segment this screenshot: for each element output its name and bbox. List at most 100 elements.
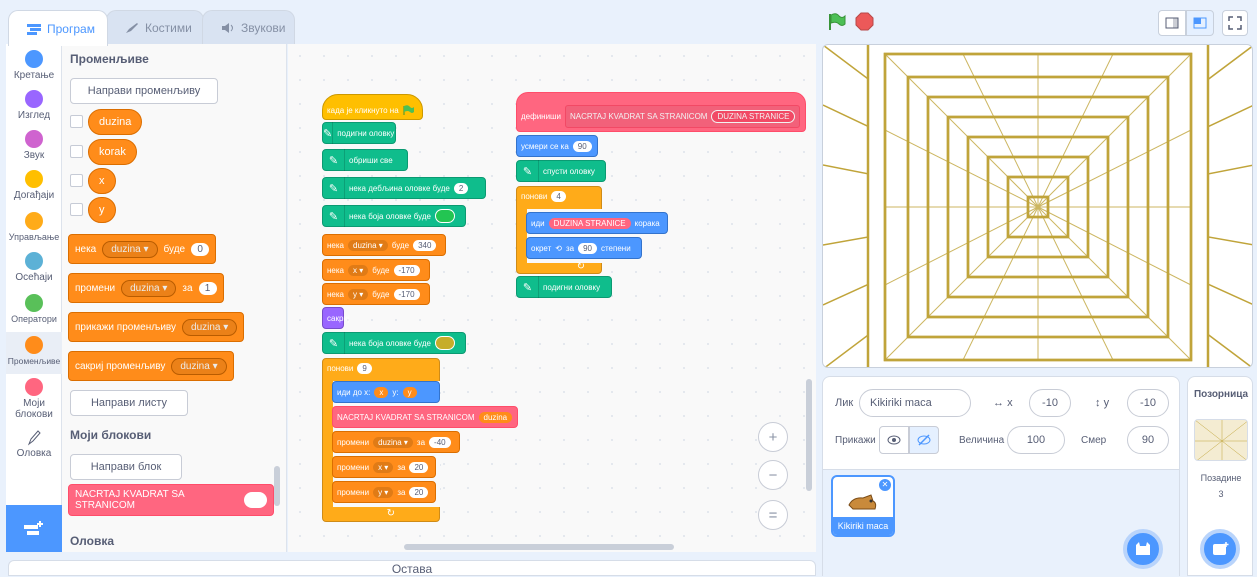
fullscreen-button[interactable] [1222, 10, 1248, 36]
value-input[interactable]: 20 [409, 461, 429, 473]
category-motion[interactable]: Кретање [6, 50, 62, 81]
value-input[interactable]: 9 [357, 363, 372, 374]
variable-dropdown[interactable]: duzina ▾ [102, 240, 158, 258]
set-y-block[interactable]: нека y ▾ буде -170 [322, 283, 430, 305]
variable-dropdown[interactable]: duzina ▾ [373, 436, 413, 448]
variable-reporter-duzina[interactable]: duzina [88, 109, 143, 135]
variable-reporter[interactable]: x [374, 386, 389, 398]
param-reporter[interactable]: DUZINA STRANICE [711, 109, 796, 123]
stage-canvas[interactable] [822, 44, 1253, 368]
delete-sprite-icon[interactable]: ✕ [879, 479, 891, 491]
category-variables[interactable]: Променљиве [6, 332, 62, 374]
variable-reporter[interactable]: duzina [478, 411, 513, 423]
define-block[interactable]: дефиниши NACRTAJ KVADRAT SA STRANICOM DU… [516, 92, 806, 132]
zoom-reset-button[interactable]: = [758, 500, 788, 530]
stop-icon[interactable] [855, 12, 874, 31]
category-control[interactable]: Управљање [6, 212, 62, 243]
category-operators[interactable]: Оператори [6, 294, 62, 325]
set-pen-color-block[interactable]: ✎ нека боја оловке буде [322, 205, 466, 227]
show-sprite-button[interactable] [879, 426, 909, 454]
large-stage-button[interactable] [1186, 10, 1214, 36]
variable-checkbox[interactable] [70, 145, 83, 158]
make-block-button[interactable]: Направи блок [70, 454, 182, 480]
palette-scrollbar[interactable] [274, 466, 280, 506]
green-flag-icon[interactable] [827, 12, 847, 35]
add-backdrop-button[interactable] [1200, 529, 1240, 569]
backdrop-thumbnail[interactable] [1194, 419, 1248, 461]
variable-dropdown[interactable]: y ▾ [348, 288, 369, 300]
show-variable-block[interactable]: прикажи променљиву duzina ▾ [68, 312, 245, 342]
sprite-thumbnail[interactable]: Kikiriki maca ✕ [831, 475, 895, 537]
category-my-blocks[interactable]: Моји блокови [6, 378, 62, 420]
backpack-bar[interactable]: Остава [8, 560, 816, 576]
make-variable-button[interactable]: Направи променљиву [70, 78, 218, 104]
stage-panel[interactable]: Позорница Позадине 3 [1187, 376, 1253, 576]
make-list-button[interactable]: Направи листу [70, 390, 188, 416]
go-to-xy-block[interactable]: иди до x: x y: y [332, 381, 440, 403]
variable-dropdown[interactable]: duzina ▾ [171, 357, 227, 375]
tab-costumes[interactable]: Костими [106, 10, 204, 44]
tab-sounds[interactable]: Звукови [202, 10, 295, 44]
vertical-scrollbar[interactable] [806, 379, 812, 491]
variable-dropdown[interactable]: duzina ▾ [348, 239, 388, 251]
sprite-name-input[interactable]: Kikiriki maca [859, 389, 971, 417]
value-input[interactable]: 20 [409, 486, 429, 498]
turn-left-block[interactable]: окрет ⟲ за 90 степени [526, 237, 642, 259]
zoom-out-button[interactable]: − [758, 460, 788, 490]
change-variable-block[interactable]: промени duzina ▾ за 1 [68, 273, 224, 303]
value-input[interactable]: 2 [453, 182, 469, 194]
tab-code[interactable]: Програм [8, 10, 108, 46]
change-duzina-block[interactable]: промени duzina ▾ за -40 [332, 431, 460, 453]
value-input[interactable]: -40 [429, 436, 451, 448]
variable-dropdown[interactable]: duzina ▾ [121, 279, 177, 297]
point-in-direction-block[interactable]: усмери се ка 90 [516, 135, 598, 157]
add-extension-button[interactable] [6, 505, 62, 552]
variable-checkbox[interactable] [70, 174, 83, 187]
category-sound[interactable]: Звук [6, 130, 62, 161]
size-input[interactable]: 100 [1007, 426, 1065, 454]
param-reporter[interactable]: DUZINA STRANICE [548, 217, 631, 229]
small-stage-button[interactable] [1158, 10, 1186, 36]
pen-up-block[interactable]: ✎ подигни оловку [516, 276, 612, 298]
set-pen-size-block[interactable]: ✎ нека дебљина оловке буде 2 [322, 177, 486, 199]
category-looks[interactable]: Изглед [6, 90, 62, 121]
pen-up-block[interactable]: ✎ подигни оловку [322, 122, 396, 144]
hide-sprite-block[interactable]: сакриј [322, 307, 350, 329]
when-flag-clicked-block[interactable]: када је кликнуто на [322, 94, 423, 120]
direction-input[interactable]: 90 [1127, 426, 1169, 454]
variable-dropdown[interactable]: x ▾ [348, 264, 369, 276]
variable-dropdown[interactable]: duzina ▾ [182, 318, 238, 336]
set-x-block[interactable]: нека x ▾ буде -170 [322, 259, 430, 281]
erase-all-block[interactable]: ✎ обриши све [322, 149, 408, 171]
zoom-in-button[interactable]: + [758, 422, 788, 452]
set-variable-block[interactable]: нека duzina ▾ буде 0 [68, 234, 217, 264]
pen-down-block[interactable]: ✎ спусти оловку [516, 160, 606, 182]
category-sensing[interactable]: Осећаји [6, 252, 62, 283]
value-input[interactable]: 90 [572, 140, 592, 152]
change-y-block[interactable]: промени y ▾ за 20 [332, 481, 436, 503]
value-input[interactable]: -170 [393, 288, 420, 300]
set-duzina-block[interactable]: нека duzina ▾ буде 340 [322, 234, 446, 256]
variable-checkbox[interactable] [70, 203, 83, 216]
change-x-block[interactable]: промени x ▾ за 20 [332, 456, 436, 478]
hide-sprite-button[interactable] [909, 426, 939, 454]
variable-reporter-x[interactable]: x [88, 168, 116, 194]
variable-checkbox[interactable] [70, 115, 83, 128]
value-input[interactable]: 340 [413, 239, 437, 251]
variable-reporter-korak[interactable]: korak [88, 139, 137, 165]
variable-dropdown[interactable]: y ▾ [373, 486, 394, 498]
x-input[interactable]: -10 [1029, 389, 1071, 417]
value-input[interactable]: 90 [578, 242, 597, 254]
category-pen[interactable]: Оловка [6, 428, 62, 459]
variable-reporter[interactable]: y [402, 386, 417, 398]
call-custom-block[interactable]: NACRTAJ KVADRAT SA STRANICOM duzina [332, 406, 518, 428]
scripts-area[interactable]: када је кликнуто на ✎ подигни оловку ✎ обр… [288, 44, 816, 552]
horizontal-scrollbar[interactable] [404, 544, 674, 550]
color-swatch[interactable] [434, 336, 455, 350]
custom-block[interactable]: NACRTAJ KVADRAT SA STRANICOM [68, 484, 274, 516]
value-input[interactable]: 1 [198, 281, 217, 295]
value-input[interactable]: -170 [393, 264, 420, 276]
category-events[interactable]: Догађаји [6, 170, 62, 201]
hide-variable-block[interactable]: сакриј променљиву duzina ▾ [68, 351, 234, 381]
add-sprite-button[interactable] [1123, 529, 1163, 569]
